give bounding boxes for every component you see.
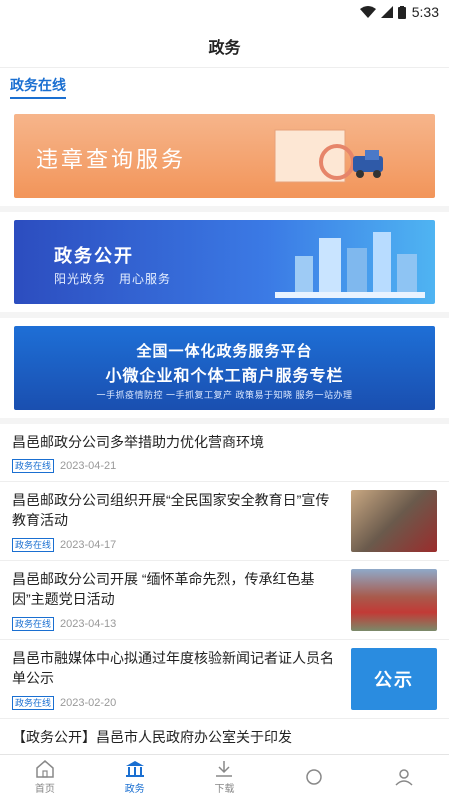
tab-label: 首页 <box>34 784 55 795</box>
category-tag: 政务在线 <box>12 617 55 631</box>
news-title: 昌邑邮政分公司多举措助力优化营商环境 <box>12 434 264 450</box>
section-header: 政务在线 <box>0 68 449 106</box>
category-tag: 政务在线 <box>12 459 55 473</box>
banner-subtitle: 阳光政务 用心服务 <box>54 272 172 286</box>
news-item[interactable]: 昌邑邮政分公司组织开展“全民国家安全教育日”宣传教育活动 政务在线 2023-0… <box>0 482 449 561</box>
news-date: 2023-02-20 <box>60 697 117 709</box>
document-illustration-icon <box>274 129 383 183</box>
news-item[interactable]: 昌邑市融媒体中心拟通过年度核验新闻记者证人员名单公示 政务在线 2023-02-… <box>0 640 449 719</box>
banner-card-violation[interactable]: 违章查询服务 <box>0 106 449 206</box>
news-item[interactable]: 昌邑邮政分公司多举措助力优化营商环境 政务在线 2023-04-21 <box>0 424 449 482</box>
banner-text: 违章查询服务 <box>36 147 187 172</box>
signal-icon <box>380 6 393 18</box>
status-icons <box>359 5 406 19</box>
news-title: 昌邑邮政分公司开展 “缅怀革命先烈，传承红色基因”主题党日活动 <box>12 571 315 607</box>
home-icon <box>36 760 54 778</box>
news-date: 2023-04-13 <box>60 618 117 630</box>
news-item[interactable]: 【政务公开】昌邑市人民政府办公室关于印发 <box>0 719 449 759</box>
status-time: 5:33 <box>411 4 439 20</box>
category-tag: 政务在线 <box>12 538 55 552</box>
gov-open-banner[interactable]: 政务公开 阳光政务 用心服务 <box>14 220 435 304</box>
news-date: 2023-04-21 <box>60 460 117 472</box>
news-date: 2023-04-17 <box>60 539 117 551</box>
category-tag: 政务在线 <box>12 696 55 710</box>
news-item[interactable]: 昌邑邮政分公司开展 “缅怀革命先烈，传承红色基因”主题党日活动 政务在线 202… <box>0 561 449 640</box>
tab-download[interactable]: 下载 <box>180 755 270 800</box>
tab-government[interactable]: 政务 <box>90 755 180 800</box>
tab-label: 政务 <box>124 784 145 795</box>
platform-banner[interactable]: 全国一体化政务服务平台 小微企业和个体工商户服务专栏 一手抓疫情防控 一手抓复工… <box>14 326 435 410</box>
tab-4[interactable] <box>269 755 359 800</box>
news-title: 昌邑邮政分公司组织开展“全民国家安全教育日”宣传教育活动 <box>12 492 330 528</box>
news-list: 昌邑邮政分公司多举措助力优化营商环境 政务在线 2023-04-21 昌邑邮政分… <box>0 424 449 759</box>
city-buildings-icon <box>275 232 425 298</box>
news-thumbnail <box>351 569 437 631</box>
page-title: 政务 <box>0 24 449 68</box>
banner-title: 政务公开 <box>54 246 134 266</box>
banner-line2: 小微企业和个体工商户服务专栏 <box>105 368 344 385</box>
news-thumbnail <box>351 490 437 552</box>
tab-5[interactable] <box>359 755 449 800</box>
section-title-tab[interactable]: 政务在线 <box>10 75 66 99</box>
bottom-tab-bar: 首页 政务 下载 <box>0 754 449 800</box>
news-thumbnail: 公示 <box>351 648 437 710</box>
tab-home[interactable]: 首页 <box>0 755 90 800</box>
government-building-icon <box>125 761 144 777</box>
banner-line1: 全国一体化政务服务平台 <box>136 343 313 360</box>
violation-query-banner[interactable]: 违章查询服务 <box>14 114 435 198</box>
banner-card-gov-open[interactable]: 政务公开 阳光政务 用心服务 <box>0 212 449 312</box>
wifi-icon <box>359 6 376 18</box>
user-icon <box>395 768 413 786</box>
news-title: 【政务公开】昌邑市人民政府办公室关于印发 <box>12 729 292 745</box>
news-title: 昌邑市融媒体中心拟通过年度核验新闻记者证人员名单公示 <box>12 650 334 686</box>
status-bar: 5:33 <box>0 0 449 24</box>
battery-icon <box>397 5 406 19</box>
banner-card-platform[interactable]: 全国一体化政务服务平台 小微企业和个体工商户服务专栏 一手抓疫情防控 一手抓复工… <box>0 318 449 418</box>
tab-icon <box>306 768 323 785</box>
tab-label: 下载 <box>214 784 235 795</box>
banner-line3: 一手抓疫情防控 一手抓复工复产 政策易于知晓 服务一站办理 <box>96 390 353 400</box>
download-icon <box>216 761 233 777</box>
